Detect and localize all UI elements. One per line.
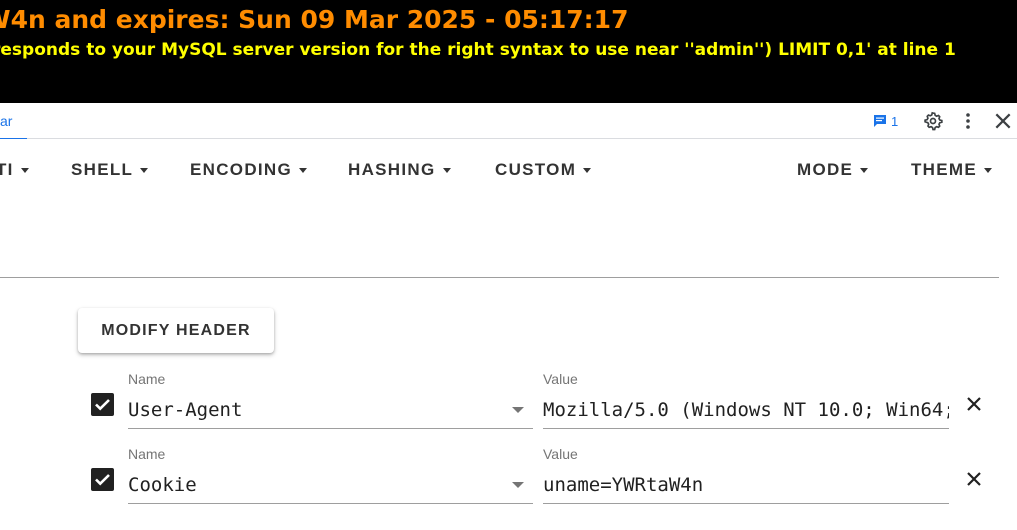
menu-label: MODE	[797, 160, 854, 179]
menu-item-mode[interactable]: MODE	[797, 139, 869, 201]
more-options-button[interactable]	[958, 103, 978, 139]
chevron-down-icon	[860, 168, 869, 173]
remove-header-icon[interactable]	[965, 395, 983, 413]
chevron-down-icon	[583, 168, 592, 173]
header-row: Name Cookie Value uname=YWRtaW4n	[0, 445, 1017, 505]
header-name-label: Name	[128, 371, 166, 387]
header-enabled-checkbox[interactable]	[91, 393, 114, 416]
menu-item-encoding[interactable]: ENCODING	[190, 139, 308, 201]
chevron-down-icon	[442, 168, 451, 173]
issues-icon	[874, 115, 886, 127]
header-row: Name User-Agent Value Mozilla/5.0 (Windo…	[0, 370, 1017, 430]
menu-item-hashing[interactable]: HASHING	[348, 139, 451, 201]
header-value-input[interactable]: Mozilla/5.0 (Windows NT 10.0; Win64; x64…	[543, 399, 949, 421]
check-icon	[95, 474, 110, 486]
header-name-underline	[128, 503, 533, 504]
header-value-label: Value	[543, 371, 578, 387]
devtools-tab-label: ar	[0, 113, 13, 129]
page-output: W4n and expires: Sun 09 Mar 2025 - 05:17…	[0, 0, 1017, 103]
header-name-input[interactable]: User-Agent	[128, 399, 503, 421]
remove-header-icon[interactable]	[965, 470, 983, 488]
devtools-toolbar: ar 1	[0, 103, 1017, 140]
issues-count: 1	[891, 113, 899, 129]
settings-button[interactable]	[923, 103, 943, 139]
modify-header-button[interactable]: MODIFY HEADER	[78, 308, 274, 353]
kebab-icon	[966, 113, 970, 129]
issues-button[interactable]: 1	[872, 103, 898, 139]
header-value-underline	[543, 503, 949, 504]
chevron-down-icon	[984, 168, 992, 173]
close-devtools-button[interactable]	[993, 103, 1013, 139]
menu-item-custom[interactable]: CUSTOM	[495, 139, 592, 201]
header-enabled-checkbox[interactable]	[91, 468, 114, 491]
menu-label: ENCODING	[190, 160, 293, 179]
sql-error-message: responds to your MySQL server version fo…	[0, 40, 956, 60]
menu-label: SHELL	[71, 160, 134, 179]
dropdown-arrow-icon[interactable]	[512, 482, 524, 488]
header-value-label: Value	[543, 446, 578, 462]
header-name-underline	[128, 428, 533, 429]
section-divider	[0, 277, 999, 278]
menu-item-truncated[interactable]: TI	[0, 139, 29, 201]
menu-label: CUSTOM	[495, 160, 577, 179]
cookie-message: W4n and expires: Sun 09 Mar 2025 - 05:17…	[0, 5, 629, 34]
chevron-down-icon	[140, 168, 149, 173]
close-icon	[995, 113, 1011, 129]
hackbar-menu: TI SHELL ENCODING HASHING CUSTOM MODE TH…	[0, 139, 1017, 201]
menu-item-shell[interactable]: SHELL	[71, 139, 149, 201]
menu-label: TI	[0, 160, 14, 179]
menu-label: THEME	[911, 160, 977, 179]
devtools-tab-hackbar[interactable]: ar	[0, 103, 27, 140]
header-name-input[interactable]: Cookie	[128, 474, 503, 496]
dropdown-arrow-icon[interactable]	[512, 407, 524, 413]
header-value-underline	[543, 428, 949, 429]
header-value-input[interactable]: uname=YWRtaW4n	[543, 474, 949, 496]
gear-icon	[924, 111, 943, 131]
menu-label: HASHING	[348, 160, 436, 179]
chevron-down-icon	[20, 168, 29, 173]
check-icon	[95, 399, 110, 411]
chevron-down-icon	[299, 168, 308, 173]
header-name-label: Name	[128, 446, 166, 462]
menu-item-theme[interactable]: THEME	[911, 139, 992, 201]
